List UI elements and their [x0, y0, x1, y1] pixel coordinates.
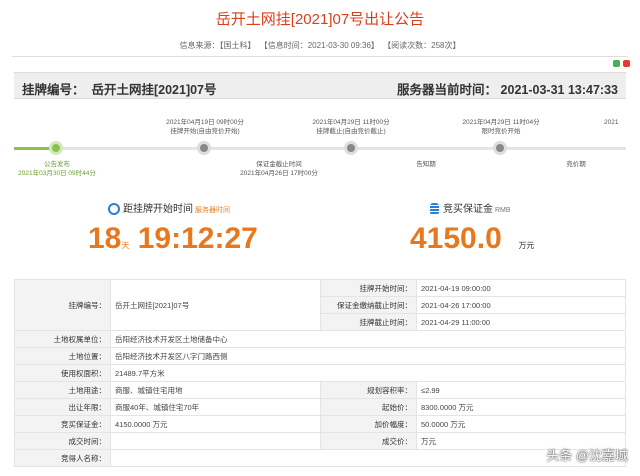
deposit-value: 4150.0 万元: [410, 222, 535, 255]
alarm-clock-icon: [108, 203, 120, 216]
timeline-top-label-3: 2021年04月29日 11时04分 限时竞价开始: [462, 119, 540, 135]
table-row: 使用权面积： 21489.7平方米: [14, 364, 626, 382]
divider: [12, 56, 628, 57]
timeline-node-listing-end: [344, 141, 358, 155]
timeline-node-listing-start: [197, 141, 211, 155]
deposit-label: 竞买保证金 RMB: [430, 200, 511, 216]
weibo-share-icon[interactable]: [623, 60, 630, 67]
table-row: 竞得人名称：: [14, 449, 626, 467]
coins-icon: [430, 203, 439, 216]
countdown-label: 距挂牌开始时间 服务器时间: [108, 200, 230, 216]
countdown-value: 18天 19:12:27: [88, 222, 258, 255]
table-row: 土地权属单位： 岳阳经济技术开发区土地储备中心: [14, 330, 626, 348]
timeline-track: [14, 147, 626, 150]
timeline-top-label-2: 2021年04月29日 11时00分 挂牌截止(自由竞价截止): [312, 119, 390, 135]
table-row: 土地位置： 岳阳经济技术开发区八字门路西侧: [14, 347, 626, 365]
timeline-bottom-label-4: 竞价期: [566, 161, 586, 168]
article-meta: 信息来源：【国土科】 【信息时间：2021-03-30 09:36】 【阅读次数…: [0, 40, 640, 51]
listing-details-table: 挂牌编号： 岳开土网挂[2021]07号 挂牌开始时间： 2021-04-19 …: [14, 279, 626, 467]
wechat-share-icon[interactable]: [613, 60, 620, 67]
listing-header-bar: 挂牌编号： 岳开土网挂[2021]07号 服务器当前时间： 2021-03-31…: [14, 72, 626, 99]
timeline-top-label-4: 2021: [604, 119, 619, 126]
timeline-node-bidding-start: [493, 141, 507, 155]
timeline-bottom-label-1: 公告发布 2021年03月30日 09时44分: [18, 161, 96, 177]
timeline-bottom-label-3: 告知期: [416, 161, 436, 168]
table-row: 挂牌编号： 岳开土网挂[2021]07号 挂牌开始时间： 2021-04-19 …: [14, 279, 626, 331]
server-time: 服务器当前时间： 2021-03-31 13:47:33: [397, 83, 618, 97]
table-row: 土地用途： 商服、城镇住宅用地 规划容积率： ≤2.99: [14, 381, 626, 399]
timeline-bottom-label-2: 保证金截止时间 2021年04月26日 17时00分: [240, 161, 318, 177]
table-row: 竞买保证金： 4150.0000 万元 加价幅度： 50.0000 万元: [14, 415, 626, 433]
timeline-node-announce: [49, 141, 63, 155]
share-icons[interactable]: [613, 60, 630, 67]
meta-reads: 【阅读次数：258次】: [383, 41, 461, 50]
page-title: 岳开土网挂[2021]07号出让公告: [215, 11, 425, 28]
meta-source: 信息来源：【国土科】: [179, 41, 256, 50]
table-row: 成交时间： 成交价： 万元: [14, 432, 626, 450]
timeline-top-label-1: 2021年04月19日 09时00分 挂牌开始(自由竞价开始): [166, 119, 244, 135]
watermark: 头条 @沈嘉城: [546, 448, 628, 463]
meta-time: 【信息时间：2021-03-30 09:36】: [259, 41, 379, 50]
table-row: 出让年限： 商服40年、城镇住宅70年 起始价： 8300.0000 万元: [14, 398, 626, 416]
listing-number: 挂牌编号： 岳开土网挂[2021]07号: [22, 83, 217, 97]
